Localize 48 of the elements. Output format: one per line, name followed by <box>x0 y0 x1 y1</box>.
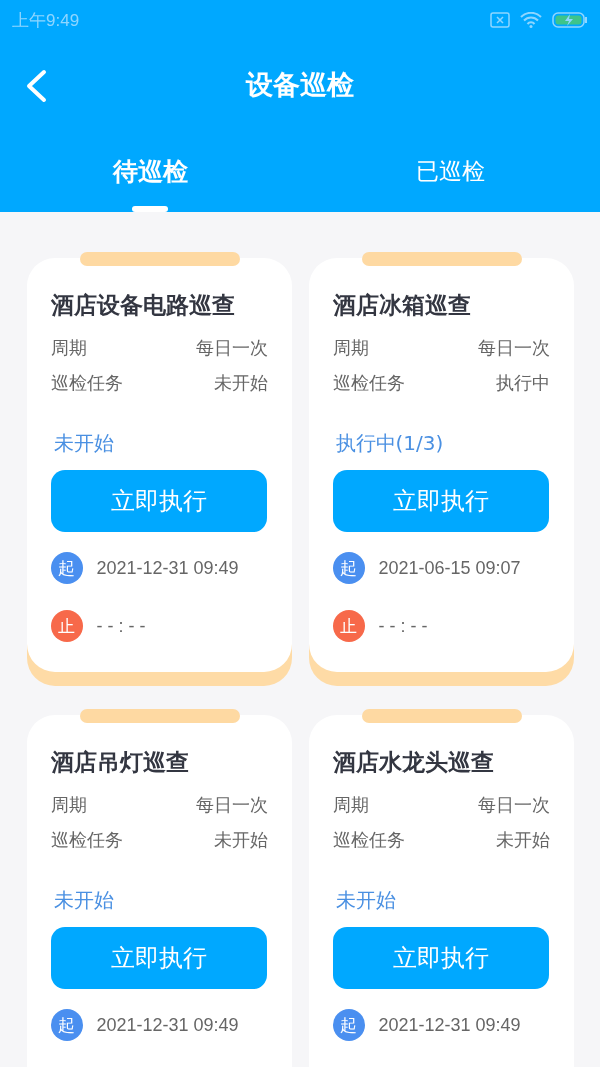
task-title: 酒店冰箱巡查 <box>332 291 472 320</box>
sim-icon <box>490 12 510 28</box>
task-title: 酒店吊灯巡查 <box>50 748 190 777</box>
status-time: 上午9:49 <box>12 9 80 32</box>
task-status: 未开始 <box>53 887 115 914</box>
field-label: 周期 <box>50 793 87 817</box>
field-value: 每日一次 <box>195 793 268 817</box>
task-title: 酒店水龙头巡查 <box>332 748 495 777</box>
execute-button[interactable]: 立即执行 <box>332 927 549 989</box>
back-icon[interactable] <box>24 69 48 103</box>
start-time: 2021-12-31 09:49 <box>96 1014 239 1036</box>
field-label: 巡检任务 <box>332 828 405 852</box>
field-value: 每日一次 <box>195 336 268 360</box>
wifi-icon <box>520 12 542 28</box>
field-value: 未开始 <box>213 371 268 395</box>
page-title: 设备巡检 <box>246 68 354 102</box>
task-title: 酒店设备电路巡查 <box>50 291 236 320</box>
start-badge: 起 <box>50 552 83 584</box>
end-badge: 止 <box>50 610 83 642</box>
tab[interactable]: 已巡检 <box>300 130 600 212</box>
tab[interactable]: 待巡检 <box>0 130 300 212</box>
start-badge: 起 <box>332 1009 365 1041</box>
battery-icon <box>552 12 588 28</box>
field-value: 未开始 <box>495 828 550 852</box>
execute-button[interactable]: 立即执行 <box>50 470 267 532</box>
end-time: - - : - - <box>96 615 146 637</box>
field-value: 每日一次 <box>477 793 550 817</box>
task-status: 执行中(1/3) <box>335 430 445 457</box>
execute-button[interactable]: 立即执行 <box>50 927 267 989</box>
field-label: 周期 <box>332 336 369 360</box>
task-status: 未开始 <box>335 887 397 914</box>
start-time: 2021-12-31 09:49 <box>378 1014 521 1036</box>
field-value: 未开始 <box>213 828 268 852</box>
execute-button[interactable]: 立即执行 <box>332 470 549 532</box>
field-value: 执行中 <box>495 371 550 395</box>
start-badge: 起 <box>332 552 365 584</box>
start-badge: 起 <box>50 1009 83 1041</box>
end-time: - - : - - <box>378 615 428 637</box>
field-label: 巡检任务 <box>332 371 405 395</box>
end-badge: 止 <box>332 610 365 642</box>
start-time: 2021-06-15 09:07 <box>378 557 521 579</box>
field-value: 每日一次 <box>477 336 550 360</box>
start-time: 2021-12-31 09:49 <box>96 557 239 579</box>
field-label: 巡检任务 <box>50 371 123 395</box>
field-label: 周期 <box>50 336 87 360</box>
task-status: 未开始 <box>53 430 115 457</box>
field-label: 巡检任务 <box>50 828 123 852</box>
field-label: 周期 <box>332 793 369 817</box>
